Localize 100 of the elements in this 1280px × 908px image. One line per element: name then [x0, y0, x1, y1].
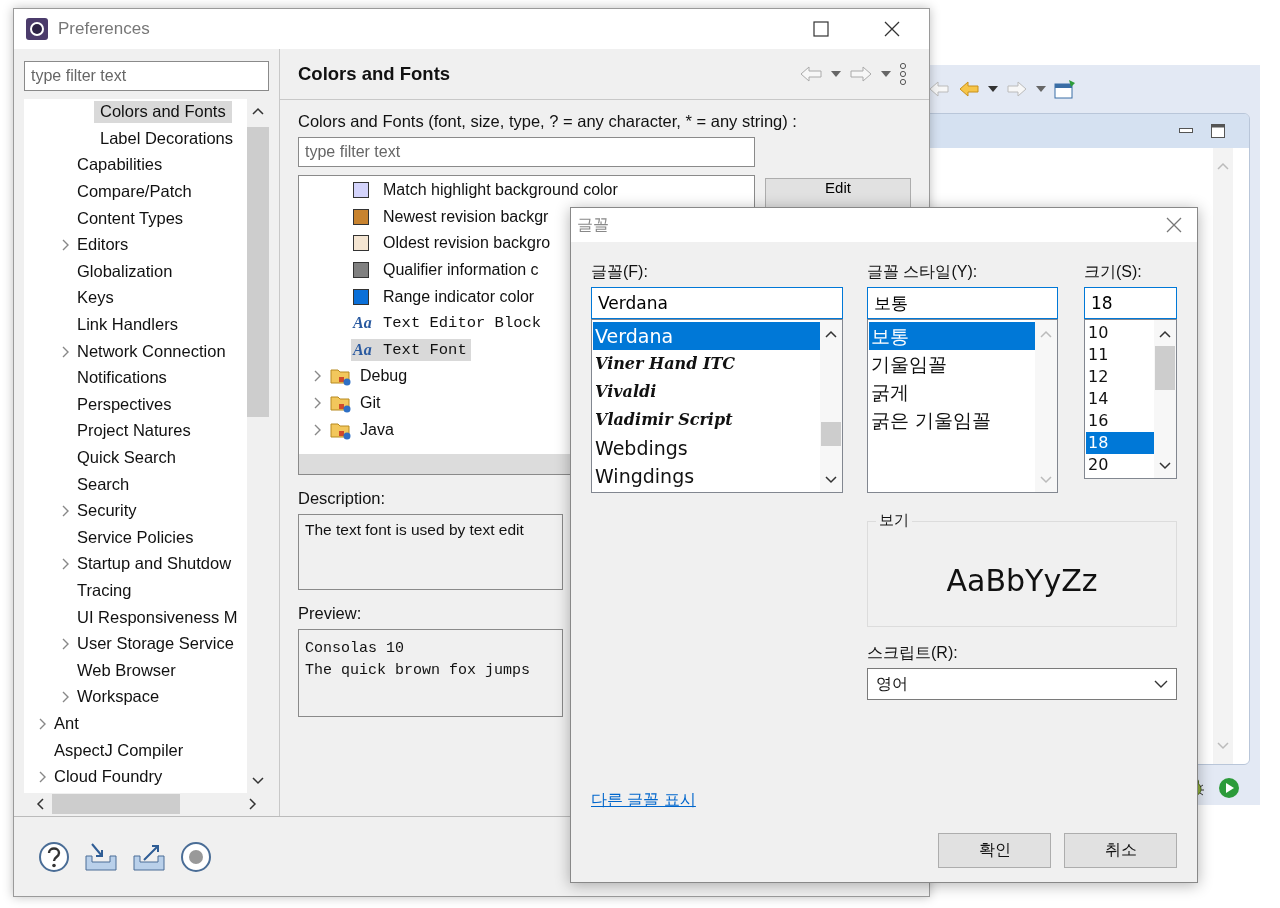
style-list[interactable]: 보통 기울임꼴 굵게 굵은 기울임꼴	[867, 319, 1058, 493]
font-option[interactable]: Vladimir Script	[593, 406, 820, 434]
tree-item[interactable]: Globalization	[77, 260, 179, 283]
size-option[interactable]: 11	[1086, 344, 1154, 366]
tree-item[interactable]: Quick Search	[77, 447, 183, 469]
maximize-icon[interactable]	[813, 21, 829, 37]
tree-item[interactable]: Qualifier information c	[383, 259, 543, 282]
expand-chevron-icon[interactable]	[62, 558, 70, 571]
scroll-up-icon[interactable]	[825, 330, 837, 338]
expand-chevron-icon[interactable]	[39, 717, 47, 730]
expand-chevron-icon[interactable]	[39, 771, 47, 784]
scrollbar-thumb[interactable]	[1155, 346, 1175, 390]
scroll-left-icon[interactable]	[36, 798, 44, 810]
caret-icon[interactable]	[1036, 86, 1046, 92]
caret-icon[interactable]	[988, 86, 998, 92]
scroll-down-icon[interactable]	[1159, 462, 1171, 470]
style-field[interactable]: 보통	[867, 287, 1058, 319]
style-option[interactable]: 굵은 기울임꼴	[869, 406, 1035, 434]
tree-item[interactable]: Workspace	[77, 686, 166, 709]
tree-item[interactable]: AspectJ Compiler	[54, 739, 190, 762]
font-option[interactable]: Wingdings	[593, 462, 820, 490]
scrollbar-thumb[interactable]	[247, 127, 269, 417]
caret-icon[interactable]	[881, 71, 891, 77]
scroll-up-icon[interactable]	[252, 107, 264, 115]
tree-item[interactable]: Colors and Fonts	[94, 101, 232, 124]
cancel-button[interactable]: 취소	[1064, 833, 1177, 868]
expand-chevron-icon[interactable]	[62, 638, 70, 651]
color-swatch[interactable]	[353, 262, 369, 279]
font-option[interactable]: Viner Hand ITC	[593, 350, 820, 378]
tree-item[interactable]: Ant	[54, 712, 85, 735]
size-list[interactable]: 10 11 12 14 16 18 20	[1084, 319, 1177, 479]
back-arrow-icon[interactable]	[958, 80, 980, 98]
tree-item[interactable]: UI Responsiveness M	[77, 606, 244, 629]
size-option[interactable]: 10	[1086, 322, 1154, 344]
close-icon[interactable]	[883, 20, 901, 38]
back-arrow-icon[interactable]	[928, 80, 950, 98]
tree-item[interactable]: Newest revision backgr	[383, 205, 553, 228]
tree-item[interactable]: Security	[77, 500, 143, 523]
color-swatch[interactable]	[353, 288, 369, 305]
font-field[interactable]: Verdana	[591, 287, 843, 319]
tree-item[interactable]: Content Types	[77, 207, 190, 230]
tree-item[interactable]: Label Decorations	[100, 127, 239, 150]
tree-item[interactable]: Git	[360, 392, 385, 415]
expand-chevron-icon[interactable]	[62, 345, 70, 358]
scrollbar-thumb[interactable]	[821, 422, 841, 446]
tree-item[interactable]: Notifications	[77, 367, 173, 390]
tree-item[interactable]: Aa Text Font	[351, 338, 471, 361]
tree-item[interactable]: Compare/Patch	[77, 181, 198, 204]
expand-chevron-icon[interactable]	[62, 505, 70, 518]
tree-item[interactable]: Editors	[77, 234, 135, 257]
tree-item[interactable]: Java	[360, 418, 398, 441]
expand-chevron-icon[interactable]	[314, 397, 322, 410]
tree-item[interactable]: Keys	[77, 287, 120, 310]
tree-item[interactable]: Tracing	[77, 580, 138, 602]
expand-chevron-icon[interactable]	[62, 691, 70, 704]
tree-item[interactable]: Web Browser	[77, 659, 182, 682]
tree-item[interactable]: Network Connection	[77, 340, 232, 363]
minimize-icon[interactable]	[1179, 128, 1193, 134]
font-option[interactable]: Webdings	[593, 434, 820, 462]
scroll-down-icon[interactable]	[825, 476, 837, 484]
tree-item[interactable]: Oldest revision backgro	[383, 232, 555, 255]
tree-item[interactable]: Match highlight background color	[383, 179, 622, 202]
run-icon[interactable]	[1218, 777, 1240, 799]
scrollbar-thumb[interactable]	[52, 794, 180, 814]
color-swatch[interactable]	[353, 208, 369, 225]
tree-item[interactable]: Capabilities	[77, 154, 169, 177]
size-field[interactable]: 18	[1084, 287, 1177, 319]
size-option[interactable]: 14	[1086, 388, 1154, 410]
expand-chevron-icon[interactable]	[314, 370, 322, 383]
scroll-right-icon[interactable]	[249, 798, 257, 810]
filter-field[interactable]: type filter text	[24, 61, 269, 91]
style-option[interactable]: 굵게	[869, 378, 1035, 406]
caret-icon[interactable]	[831, 71, 841, 77]
color-swatch[interactable]	[353, 235, 369, 252]
help-icon[interactable]	[38, 840, 70, 873]
new-window-icon[interactable]	[1054, 79, 1076, 99]
scroll-down-icon[interactable]	[252, 777, 264, 785]
maximize-icon[interactable]	[1211, 124, 1225, 138]
ok-button[interactable]: 확인	[938, 833, 1051, 868]
tree-item[interactable]: Search	[77, 473, 136, 496]
filter-field[interactable]: type filter text	[298, 137, 755, 167]
script-dropdown[interactable]: 영어	[867, 668, 1177, 700]
record-icon[interactable]	[180, 840, 212, 873]
edit-button[interactable]: Edit	[765, 178, 911, 208]
more-fonts-link[interactable]: 다른 글꼴 표시	[591, 790, 696, 811]
size-option[interactable]: 12	[1086, 366, 1154, 388]
tree-item[interactable]: Service Policies	[77, 526, 200, 549]
tree-item[interactable]: Debug	[360, 365, 412, 388]
size-option[interactable]: 20	[1086, 454, 1154, 476]
import-icon[interactable]	[84, 841, 118, 872]
tree-item[interactable]: Project Natures	[77, 420, 197, 443]
font-list[interactable]: Verdana Viner Hand ITC Vivaldi Vladimir Script Webdings Wingdings	[591, 319, 843, 493]
font-option[interactable]: Verdana	[593, 322, 820, 350]
color-swatch[interactable]	[353, 182, 369, 199]
tree-item[interactable]: Aa Text Editor Block	[351, 312, 546, 335]
tree-item[interactable]: Startup and Shutdow	[77, 553, 238, 576]
tree-item[interactable]: Link Handlers	[77, 314, 184, 337]
style-option[interactable]: 기울임꼴	[869, 350, 1035, 378]
size-option[interactable]: 18	[1086, 432, 1154, 454]
style-option[interactable]: 보통	[869, 322, 1035, 350]
